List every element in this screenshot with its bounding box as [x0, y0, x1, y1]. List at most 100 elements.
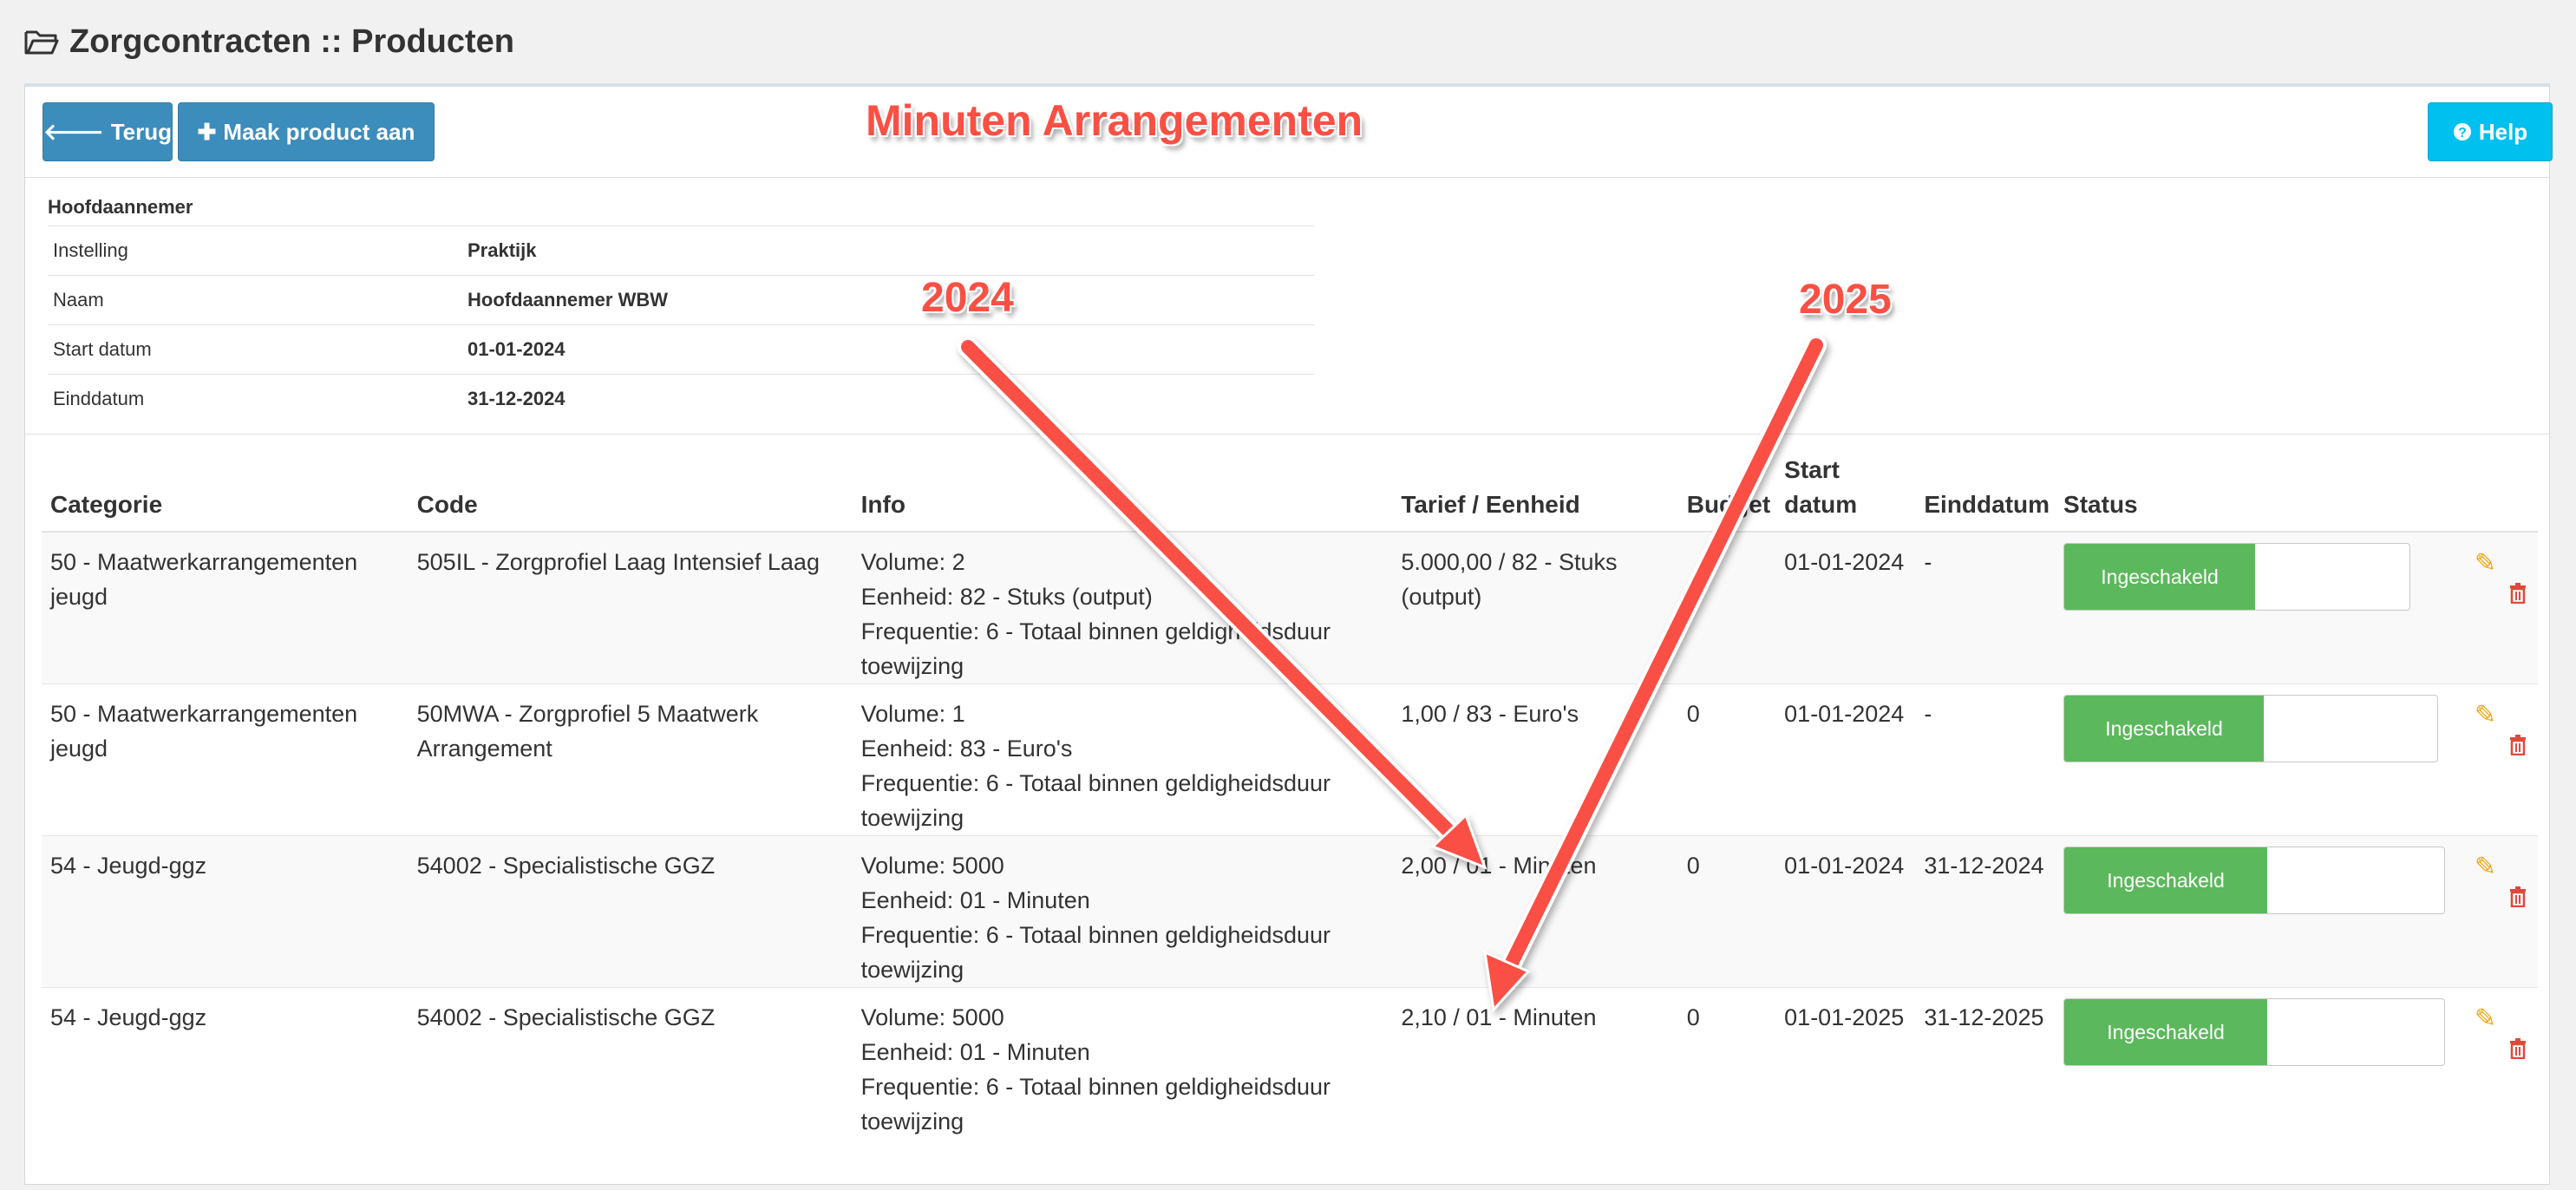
- contractor-heading: Hoofdaannemer: [48, 196, 193, 218]
- cell-status: Ingeschakeld: [2055, 683, 2466, 836]
- header-status[interactable]: Status: [2055, 453, 2466, 533]
- trash-icon[interactable]: [2509, 1038, 2527, 1059]
- question-circle-icon: ?: [2453, 123, 2471, 141]
- info-value: Praktijk: [467, 239, 537, 261]
- pencil-icon[interactable]: ✎: [2475, 698, 2496, 733]
- info-frequentie: Frequentie: 6 - Totaal binnen geldigheid…: [860, 770, 1330, 831]
- svg-text:?: ?: [2458, 126, 2467, 141]
- products-table: Categorie Code Info Tarief / Eenheid Bud…: [42, 453, 2538, 1139]
- section-divider: [25, 434, 2549, 435]
- header-info[interactable]: Info: [852, 453, 1393, 533]
- annotation-title: Minuten Arrangementen: [866, 96, 1363, 145]
- info-label: Start datum: [53, 338, 152, 360]
- info-row-einddatum: Einddatum 31-12-2024: [48, 374, 1314, 423]
- info-eenheid: Eenheid: 01 - Minuten: [860, 887, 1090, 913]
- header-actions: [2465, 453, 2538, 533]
- cell-categorie: 50 - Maatwerkarrangementen jeugd: [42, 683, 409, 836]
- table-header-row: Categorie Code Info Tarief / Eenheid Bud…: [42, 453, 2538, 533]
- info-row-naam: Naam Hoofdaannemer WBW: [48, 275, 1314, 324]
- cell-actions: ✎: [2465, 531, 2538, 684]
- page-header: Zorgcontracten :: Producten: [24, 16, 514, 68]
- header-code[interactable]: Code: [408, 453, 853, 533]
- pencil-icon[interactable]: ✎: [2475, 546, 2496, 581]
- cell-code: 54002 - Specialistische GGZ: [408, 835, 853, 988]
- cell-einddatum: 31-12-2025: [1915, 987, 2056, 1139]
- info-label: Naam: [53, 289, 104, 311]
- header-start-datum[interactable]: Start datum: [1775, 453, 1916, 533]
- help-button-label: Help: [2478, 118, 2528, 145]
- cell-info: Volume: 2 Eenheid: 82 - Stuks (output) F…: [852, 531, 1393, 684]
- cell-code: 50MWA - Zorgprofiel 5 Maatwerk Arrangeme…: [408, 683, 853, 836]
- info-eenheid: Eenheid: 83 - Euro's: [860, 736, 1073, 762]
- info-volume: Volume: 1: [860, 701, 965, 727]
- cell-actions: ✎: [2465, 987, 2538, 1139]
- cell-categorie: 54 - Jeugd-ggz: [42, 987, 409, 1139]
- header-budget[interactable]: Budget: [1677, 453, 1776, 533]
- cell-start-datum: 01-01-2024: [1775, 531, 1916, 684]
- cell-tarief: 1,00 / 83 - Euro's: [1392, 683, 1678, 836]
- annotation-2025: 2025: [1799, 277, 1892, 323]
- info-volume: Volume: 2: [860, 549, 965, 575]
- cell-start-datum: 01-01-2025: [1775, 987, 1916, 1139]
- cell-info: Volume: 1 Eenheid: 83 - Euro's Frequenti…: [852, 683, 1393, 836]
- header-start-line1: Start: [1784, 456, 1840, 483]
- cell-tarief: 5.000,00 / 82 - Stuks (output): [1392, 531, 1678, 684]
- cell-einddatum: 31-12-2024: [1915, 835, 2056, 988]
- cell-info: Volume: 5000 Eenheid: 01 - Minuten Frequ…: [852, 835, 1393, 988]
- cell-status: Ingeschakeld: [2055, 835, 2466, 988]
- arrow-left-icon: 🡐: [42, 118, 104, 145]
- header-start-line2: datum: [1784, 491, 1858, 518]
- cell-einddatum: -: [1915, 531, 2056, 684]
- info-row-instelling: Instelling Praktijk: [48, 226, 1314, 275]
- annotation-2024: 2024: [921, 275, 1014, 321]
- status-toggle-on: Ingeschakeld: [2064, 847, 2268, 913]
- info-value: 31-12-2024: [467, 388, 566, 409]
- cell-budget: 0: [1677, 987, 1776, 1139]
- header-einddatum[interactable]: Einddatum: [1915, 453, 2056, 533]
- trash-icon[interactable]: [2509, 886, 2527, 907]
- info-eenheid: Eenheid: 01 - Minuten: [860, 1039, 1090, 1065]
- contractor-info: Hoofdaannemer Instelling Praktijk Naam H…: [48, 196, 1314, 423]
- info-volume: Volume: 5000: [860, 853, 1004, 879]
- status-toggle-on: Ingeschakeld: [2064, 696, 2265, 762]
- pencil-icon[interactable]: ✎: [2475, 1002, 2496, 1036]
- cell-info: Volume: 5000 Eenheid: 01 - Minuten Frequ…: [852, 987, 1393, 1139]
- cell-budget: 0: [1677, 683, 1776, 836]
- status-toggle[interactable]: Ingeschakeld: [2063, 847, 2446, 914]
- back-button[interactable]: 🡐 Terug: [42, 102, 173, 161]
- status-toggle-on: Ingeschakeld: [2064, 999, 2268, 1065]
- trash-icon[interactable]: [2509, 583, 2527, 604]
- cell-actions: ✎: [2465, 683, 2538, 836]
- info-frequentie: Frequentie: 6 - Totaal binnen geldigheid…: [860, 922, 1330, 983]
- info-value: 01-01-2024: [467, 338, 566, 360]
- cell-categorie: 50 - Maatwerkarrangementen jeugd: [42, 531, 409, 684]
- create-product-label: Maak product aan: [223, 118, 415, 145]
- help-button[interactable]: ? Help: [2428, 102, 2553, 161]
- cell-tarief: 2,10 / 01 - Minuten: [1392, 987, 1678, 1139]
- info-row-start-datum: Start datum 01-01-2024: [48, 324, 1314, 374]
- pencil-icon[interactable]: ✎: [2475, 850, 2496, 885]
- trash-icon[interactable]: [2509, 735, 2527, 755]
- cell-budget: 0: [1677, 835, 1776, 988]
- status-toggle[interactable]: Ingeschakeld: [2063, 998, 2446, 1066]
- status-toggle-on: Ingeschakeld: [2064, 544, 2256, 610]
- cell-budget: [1677, 531, 1776, 684]
- cell-status: Ingeschakeld: [2055, 987, 2466, 1139]
- info-volume: Volume: 5000: [860, 1004, 1004, 1030]
- info-label: Instelling: [53, 239, 128, 261]
- cell-tarief: 2,00 / 01 - Minuten: [1392, 835, 1678, 988]
- info-label: Einddatum: [53, 388, 145, 409]
- cell-actions: ✎: [2465, 835, 2538, 988]
- plus-icon: ✚: [197, 118, 217, 145]
- info-frequentie: Frequentie: 6 - Totaal binnen geldigheid…: [860, 1074, 1330, 1134]
- status-toggle[interactable]: Ingeschakeld: [2063, 543, 2411, 611]
- header-categorie[interactable]: Categorie: [42, 453, 409, 533]
- table-row: 50 - Maatwerkarrangementen jeugd 505IL -…: [42, 531, 2538, 684]
- status-toggle[interactable]: Ingeschakeld: [2063, 695, 2439, 762]
- table-row: 54 - Jeugd-ggz 54002 - Specialistische G…: [42, 835, 2538, 988]
- table-row: 50 - Maatwerkarrangementen jeugd 50MWA -…: [42, 683, 2538, 836]
- header-tarief[interactable]: Tarief / Eenheid: [1392, 453, 1678, 533]
- info-frequentie: Frequentie: 6 - Totaal binnen geldigheid…: [860, 618, 1330, 679]
- create-product-button[interactable]: ✚ Maak product aan: [178, 102, 435, 161]
- cell-start-datum: 01-01-2024: [1775, 683, 1916, 836]
